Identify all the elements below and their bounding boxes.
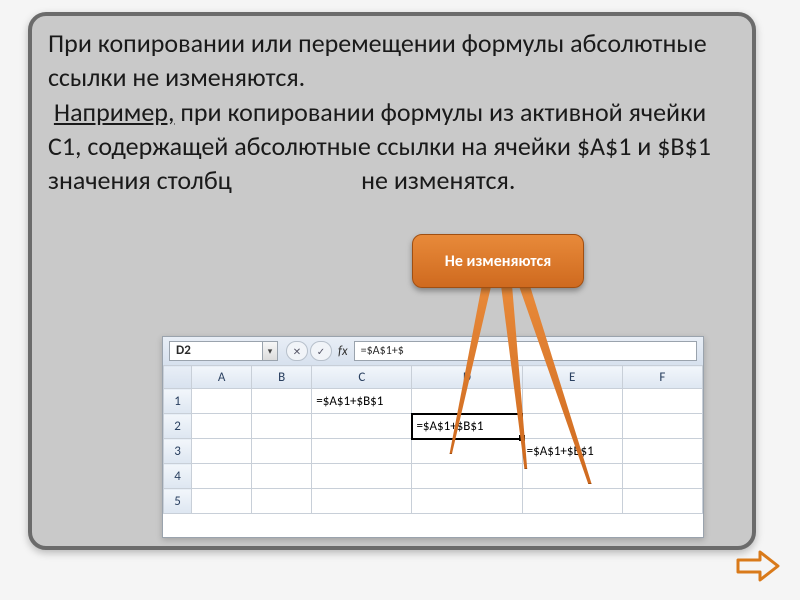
cell[interactable]: [252, 439, 312, 464]
formula-bar-buttons: ✕ ✓: [286, 341, 332, 361]
cell[interactable]: [412, 464, 522, 489]
cell[interactable]: [622, 414, 702, 439]
cell[interactable]: [192, 439, 252, 464]
cell[interactable]: [252, 414, 312, 439]
fx-icon[interactable]: fx: [338, 344, 348, 359]
slide-frame: При копировании или перемещении формулы …: [28, 12, 756, 550]
paragraph-1: При копировании или перемещении формулы …: [48, 27, 707, 93]
cell[interactable]: [252, 464, 312, 489]
cancel-icon[interactable]: ✕: [286, 341, 308, 361]
col-header-E[interactable]: E: [522, 366, 622, 389]
enter-icon[interactable]: ✓: [310, 341, 332, 361]
callout-box: Не изменяются: [412, 234, 584, 288]
worksheet[interactable]: A B C D E F 1 =$A$1+$B$1: [163, 365, 703, 537]
example-word: Например,: [54, 96, 175, 128]
cell[interactable]: [312, 439, 412, 464]
select-all-corner[interactable]: [164, 366, 192, 389]
cell-selected[interactable]: =$A$1+$B$1: [412, 414, 522, 439]
row-header-1[interactable]: 1: [164, 389, 192, 414]
col-header-C[interactable]: C: [312, 366, 412, 389]
cell[interactable]: [622, 439, 702, 464]
cell[interactable]: [622, 489, 702, 514]
arrow-right-icon: [734, 546, 782, 586]
paragraph-2b: не изменятся.: [361, 164, 515, 196]
cell[interactable]: [622, 389, 702, 414]
cell[interactable]: [192, 414, 252, 439]
cell[interactable]: [522, 489, 622, 514]
cell[interactable]: [312, 414, 412, 439]
next-arrow-button[interactable]: [734, 546, 782, 586]
row-header-5[interactable]: 5: [164, 489, 192, 514]
col-header-F[interactable]: F: [622, 366, 702, 389]
cell[interactable]: [522, 389, 622, 414]
cell[interactable]: [412, 489, 522, 514]
cell[interactable]: [622, 464, 702, 489]
row-header-2[interactable]: 2: [164, 414, 192, 439]
excel-screenshot: D2 ▾ ✕ ✓ fx =$A$1+$ A B C: [162, 336, 704, 538]
grid[interactable]: A B C D E F 1 =$A$1+$B$1: [163, 365, 703, 514]
cell[interactable]: [252, 489, 312, 514]
body-text: При копировании или перемещении формулы …: [48, 26, 738, 198]
cell[interactable]: [192, 489, 252, 514]
row-header-3[interactable]: 3: [164, 439, 192, 464]
col-header-B[interactable]: B: [252, 366, 312, 389]
formula-bar[interactable]: =$A$1+$: [354, 341, 697, 361]
cell[interactable]: [192, 464, 252, 489]
cell[interactable]: =$A$1+$B$1: [522, 439, 622, 464]
cell[interactable]: [312, 464, 412, 489]
cell[interactable]: [412, 439, 522, 464]
cell[interactable]: [412, 389, 522, 414]
cell[interactable]: [312, 489, 412, 514]
cell[interactable]: [522, 464, 622, 489]
excel-formula-bar-row: D2 ▾ ✕ ✓ fx =$A$1+$: [163, 337, 703, 366]
cell[interactable]: [252, 389, 312, 414]
name-box-dropdown-icon[interactable]: ▾: [263, 341, 278, 361]
callout-label: Не изменяются: [445, 252, 551, 271]
col-header-A[interactable]: A: [192, 366, 252, 389]
name-box[interactable]: D2: [169, 341, 263, 361]
cell[interactable]: =$A$1+$B$1: [312, 389, 412, 414]
cell[interactable]: [192, 389, 252, 414]
row-header-4[interactable]: 4: [164, 464, 192, 489]
